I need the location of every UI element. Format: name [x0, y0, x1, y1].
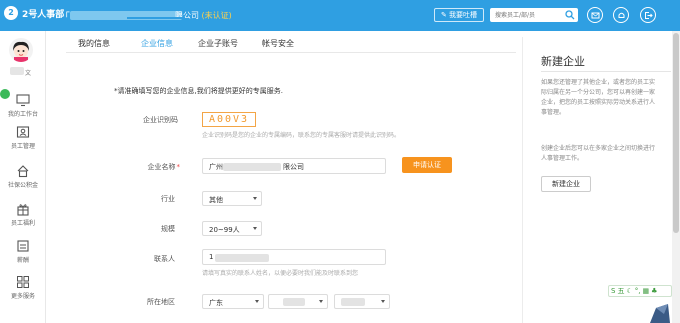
ime-logo-icon: S — [611, 287, 616, 295]
unverified-tag: (未认证) — [201, 11, 232, 20]
top-bar: 2 2号人事部 ┌ 限公司 (未认证) ✎ 我要吐槽 — [0, 0, 680, 31]
size-value: 20~99人 — [209, 226, 240, 234]
ime-keyboard-icon: ▦ — [642, 287, 650, 295]
panel-title: 新建企业 — [541, 55, 585, 68]
house-icon — [17, 165, 29, 178]
sidebar-item-benefits[interactable]: 员工福利 — [0, 202, 46, 227]
feedback-button[interactable]: ✎ 我要吐槽 — [434, 8, 484, 22]
grid-icon — [17, 276, 29, 288]
search-input[interactable] — [490, 8, 562, 22]
sidebar-item-label: 员工福利 — [10, 220, 35, 227]
ime-punct-icon: °, — [634, 287, 641, 295]
decorative-mascot-icon — [650, 304, 670, 323]
tab-bar: 我的信息 企业信息 企业子账号 帐号安全 — [66, 35, 516, 53]
edit-icon: ✎ — [440, 11, 447, 19]
chevron-down-icon — [255, 300, 259, 303]
contact-hint: 请填写真实的联系人姓名，以便必要时我们能及时联系到您 — [202, 270, 359, 277]
feedback-label: 我要吐槽 — [449, 11, 478, 19]
name-label-text: 企业名称 — [147, 163, 176, 171]
search-box — [490, 8, 578, 22]
tab-sub-accounts[interactable]: 企业子账号 — [198, 38, 238, 49]
ime-skin-icon: ♣ — [651, 287, 658, 295]
district-redacted — [341, 298, 365, 306]
sidebar-item-more-services[interactable]: 更多服务 — [0, 275, 46, 300]
ime-mode: 五 — [617, 287, 625, 295]
company-name-prefix: 广州 — [209, 163, 223, 171]
tab-account-security[interactable]: 帐号安全 — [262, 38, 294, 49]
company-name-suffix: 限公司 — [283, 163, 304, 171]
industry-label: 行业 — [161, 195, 175, 203]
sidebar-item-label: 我的工作台 — [7, 111, 38, 118]
ime-moon-icon: ☾ — [626, 287, 633, 295]
sidebar-item-payroll[interactable]: 薪酬 — [0, 239, 46, 264]
employee-card-icon — [16, 126, 30, 138]
company-name-field[interactable]: 广州 限公司 — [202, 158, 386, 174]
sidebar-item-social-security[interactable]: 社保公积金 — [0, 164, 46, 189]
province-value: 广东 — [209, 299, 223, 307]
chevron-down-icon — [253, 197, 257, 200]
user-name: 文 — [25, 70, 32, 77]
logo-mark-icon: 2 — [4, 6, 18, 20]
city-select[interactable] — [268, 294, 328, 309]
company-name: 限公司 (未认证) — [175, 11, 232, 20]
sidebar-item-employees[interactable]: 员工管理 — [0, 125, 46, 150]
form-notice: *请准确填写您的企业信息,我们将提供更好的专属服务. — [114, 87, 283, 95]
sidebar: 文 我的工作台 员工管理 社保公积金 员工福利 薪酬 更多服务 — [0, 31, 46, 323]
sidebar-item-label: 社保公积金 — [7, 182, 38, 189]
industry-value: 其他 — [209, 196, 223, 204]
avatar-girl-icon — [13, 41, 29, 62]
required-mark: * — [176, 163, 181, 171]
name-label: 企业名称* — [120, 162, 181, 172]
company-selector[interactable]: ┌ 限公司 (未认证) — [64, 8, 232, 22]
bell-icon[interactable] — [613, 7, 629, 23]
contact-label: 联系人 — [154, 255, 175, 263]
region-label: 所在地区 — [147, 298, 175, 306]
new-company-panel: 新建企业 如果您还管理了其他企业，或者您的员工实际归属在另一个分公司，您可以再创… — [522, 37, 680, 323]
company-code: A00V3 — [202, 112, 256, 127]
company-name-redacted — [223, 163, 281, 171]
chevron-down-icon — [253, 227, 257, 230]
chevron-down-icon — [319, 300, 323, 303]
size-label: 规模 — [161, 225, 175, 233]
sidebar-item-label: 员工管理 — [10, 143, 35, 150]
industry-select[interactable]: 其他 — [202, 191, 262, 206]
floating-help-button[interactable] — [0, 89, 10, 99]
district-select[interactable] — [334, 294, 390, 309]
message-icon[interactable] — [587, 7, 603, 23]
monitor-icon — [16, 94, 30, 107]
tab-my-info[interactable]: 我的信息 — [78, 38, 110, 49]
scrollbar-thumb[interactable] — [673, 33, 679, 233]
city-redacted — [283, 298, 305, 306]
contact-redacted — [215, 254, 269, 262]
sidebar-item-label: 更多服务 — [10, 293, 35, 300]
apply-verification-button[interactable]: 申请认证 — [402, 157, 452, 173]
divider — [541, 71, 671, 72]
code-label: 企业识别码 — [143, 116, 178, 124]
contact-value: 1 — [209, 253, 214, 261]
panel-note: 创建企业后您可以在多家企业之间切换进行人事管理工作。 — [541, 145, 656, 162]
tab-company-info[interactable]: 企业信息 — [141, 38, 173, 49]
avatar[interactable] — [9, 38, 33, 62]
new-company-button[interactable]: 新建企业 — [541, 176, 591, 192]
search-icon[interactable] — [565, 10, 575, 20]
province-select[interactable]: 广东 — [202, 294, 264, 309]
scrollbar[interactable] — [672, 31, 680, 323]
gift-icon — [17, 204, 29, 216]
contact-field[interactable]: 1 — [202, 249, 386, 265]
code-hint: 企业识别码是您的企业的专属编码，联系您的专属客服时请提供此识别码。 — [202, 132, 401, 139]
corner-bracket-icon: ┌ — [64, 8, 70, 18]
ime-toolbar[interactable]: S 五 ☾ °, ▦ ♣ — [608, 285, 672, 297]
app-name: 2号人事部 — [22, 9, 65, 20]
chevron-down-icon — [381, 300, 385, 303]
logout-icon[interactable] — [640, 7, 656, 23]
logo[interactable]: 2 2号人事部 — [4, 6, 64, 20]
size-select[interactable]: 20~99人 — [202, 221, 262, 236]
active-tab-indicator — [127, 17, 185, 19]
sidebar-item-label: 薪酬 — [16, 257, 29, 264]
panel-description: 如果您还管理了其他企业，或者您的员工实际归属在另一个分公司，您可以再创建一家企业… — [541, 79, 656, 116]
payroll-icon — [17, 240, 29, 252]
user-name-redacted — [10, 67, 24, 75]
